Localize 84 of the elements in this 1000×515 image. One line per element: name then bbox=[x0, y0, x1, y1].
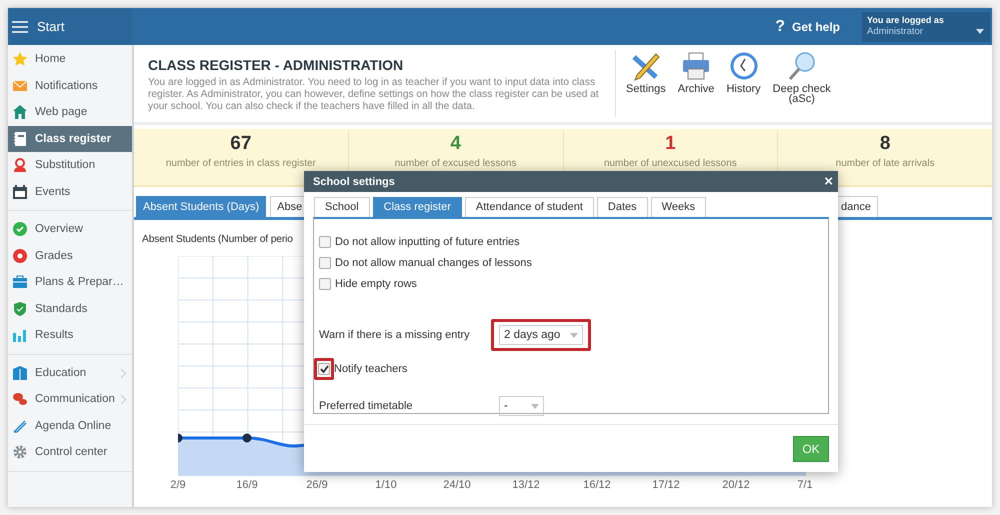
tab[interactable]: Weeks bbox=[650, 197, 706, 217]
close-button[interactable]: × bbox=[824, 173, 833, 190]
gear-icon bbox=[12, 444, 28, 460]
sidebar-item[interactable]: Events bbox=[8, 178, 132, 205]
checkbox[interactable] bbox=[319, 236, 331, 248]
check-circle-icon bbox=[12, 221, 28, 238]
checkbox-label: Hide empty rows bbox=[335, 278, 417, 290]
axis-label: 1/10 bbox=[375, 479, 397, 491]
caret-icon bbox=[531, 404, 539, 408]
sidebar-item[interactable]: Standards bbox=[8, 296, 132, 322]
sidebar-item[interactable]: Overview bbox=[8, 216, 132, 242]
clock-icon bbox=[728, 51, 760, 81]
sidebar-item[interactable]: Web page bbox=[8, 99, 132, 126]
start-menu-button[interactable]: Start bbox=[8, 8, 132, 45]
caret-icon bbox=[570, 332, 578, 338]
sidebar-item[interactable]: Results bbox=[8, 322, 132, 348]
axis-label: 16/9 bbox=[236, 479, 258, 491]
envelope-icon bbox=[12, 78, 28, 94]
sidebar-item[interactable]: Home bbox=[8, 46, 132, 72]
sidebar-item[interactable]: Control center bbox=[8, 439, 132, 466]
person-icon bbox=[12, 157, 28, 174]
toolbar-button[interactable]: Settings bbox=[626, 51, 666, 122]
briefcase-icon bbox=[12, 274, 28, 290]
checkbox-label: Do not allow inputting of future entries bbox=[335, 236, 520, 248]
grade-circle-icon bbox=[12, 248, 28, 264]
caret-icon bbox=[976, 28, 984, 34]
checkbox[interactable] bbox=[319, 278, 331, 290]
notebook-icon bbox=[12, 130, 28, 147]
chart-title: Absent Students (Number of perio bbox=[142, 234, 293, 245]
stat-value: 1 bbox=[665, 133, 676, 155]
sidebar-item[interactable]: Education bbox=[8, 360, 132, 386]
field-label: Preferred timetable bbox=[319, 400, 414, 412]
field-label: Warn if there is a missing entry bbox=[319, 329, 471, 341]
shield-icon bbox=[12, 300, 28, 317]
sidebar-item[interactable]: Class register bbox=[8, 126, 132, 152]
stat-value: 8 bbox=[880, 133, 890, 155]
pen-icon bbox=[12, 418, 28, 434]
ruler-pencil-icon bbox=[630, 51, 662, 81]
axis-label: 7/1 bbox=[797, 479, 813, 491]
stat-label: number of entries in class register bbox=[166, 158, 316, 169]
stat-value: 4 bbox=[450, 133, 461, 155]
axis-label: 16/12 bbox=[583, 479, 611, 491]
calendar-icon bbox=[12, 184, 28, 200]
axis-label: 20/12 bbox=[722, 479, 750, 491]
dropdown[interactable]: - bbox=[499, 396, 544, 416]
checkbox-label: Notify teachers bbox=[334, 362, 408, 374]
checkbox-label: Do not allow manual changes of lessons bbox=[335, 256, 532, 268]
tab[interactable]: Attendance of student bbox=[464, 197, 594, 217]
sidebar-item[interactable]: Substitution bbox=[8, 152, 132, 178]
star-icon bbox=[12, 51, 28, 68]
axis-label: 17/12 bbox=[652, 479, 680, 491]
tab[interactable]: Dates bbox=[596, 197, 648, 217]
book-icon bbox=[12, 364, 28, 381]
tab[interactable]: Absent Students (Days) bbox=[136, 196, 266, 217]
page-title: CLASS REGISTER - ADMINISTRATION bbox=[148, 57, 404, 73]
stat-label: number of excused lessons bbox=[394, 158, 516, 169]
axis-label: 2/9 bbox=[170, 479, 186, 491]
stat-label: number of late arrivals bbox=[836, 158, 935, 169]
description: You are logged in as Administrator. You need to log in as teacher if you want to input data into class register. As Administrator, you can however, define settings on how the class register can be used at your school. You can also check if the teachers have filled in all the data. bbox=[148, 77, 600, 112]
bar-chart-icon bbox=[12, 327, 28, 344]
dialog-title: School settings bbox=[313, 176, 395, 188]
sidebar-item[interactable]: Agenda Online bbox=[8, 412, 132, 439]
user-menu[interactable]: You are logged as Administrator bbox=[862, 12, 990, 42]
stat-label: number of unexcused lessons bbox=[604, 158, 737, 169]
stat-value: 67 bbox=[230, 133, 252, 155]
dropdown[interactable]: 2 days ago bbox=[499, 325, 584, 345]
axis-label: 13/12 bbox=[512, 479, 540, 491]
toolbar-button[interactable]: Archive bbox=[678, 51, 714, 122]
checkbox[interactable] bbox=[319, 256, 331, 268]
toolbar-button[interactable]: History bbox=[726, 51, 761, 122]
sidebar-item[interactable]: Plans & Prepar… bbox=[8, 269, 132, 296]
axis-label: 26/9 bbox=[306, 479, 328, 491]
menu-icon bbox=[12, 20, 28, 32]
sidebar-item[interactable]: Grades bbox=[8, 242, 132, 269]
house-icon bbox=[12, 104, 28, 120]
sidebar-item[interactable]: Notifications bbox=[8, 72, 132, 99]
sidebar-item[interactable]: Communication bbox=[8, 386, 132, 412]
tab[interactable]: Class register bbox=[372, 197, 462, 217]
checkbox[interactable] bbox=[318, 362, 330, 374]
help-link[interactable]: ? Get help bbox=[775, 18, 840, 36]
toolbar-button[interactable]: Deep check (aSc) bbox=[772, 51, 831, 122]
tab[interactable]: School bbox=[314, 197, 370, 217]
speech-bubbles-icon bbox=[12, 391, 28, 408]
axis-label: 24/10 bbox=[443, 479, 471, 491]
